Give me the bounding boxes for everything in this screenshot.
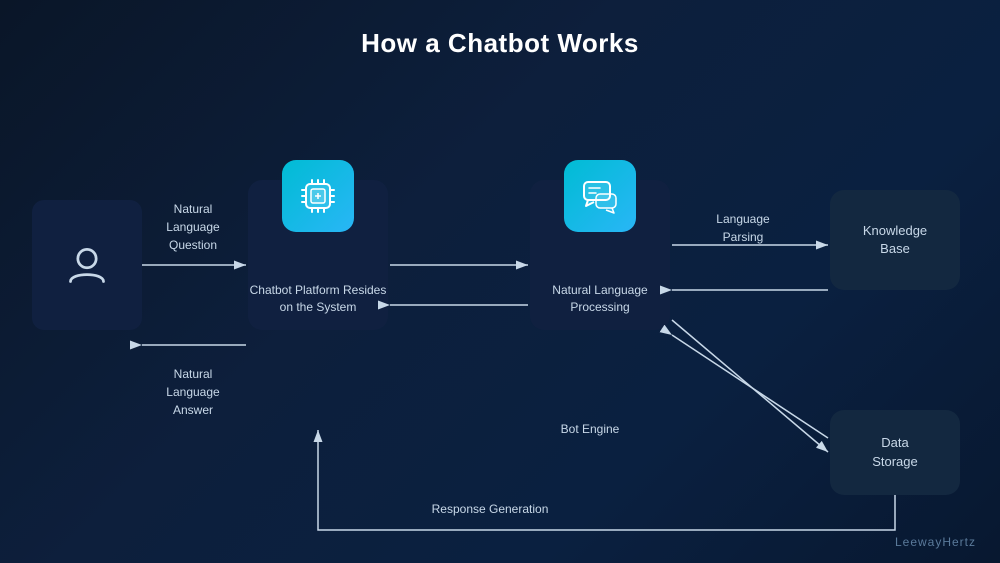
page-title: How a Chatbot Works — [0, 0, 1000, 59]
data-storage-label: DataStorage — [872, 434, 918, 470]
diagram: Chatbot Platform Resides on the System N… — [0, 80, 1000, 563]
chatbot-platform-box: Chatbot Platform Resides on the System — [248, 180, 388, 330]
chip-icon — [296, 174, 340, 218]
nlq-label: NaturalLanguageQuestion — [148, 200, 238, 254]
user-icon — [65, 243, 109, 287]
knowledge-base-box: KnowledgeBase — [830, 190, 960, 290]
nlp-label: Natural Language Processing — [530, 282, 670, 316]
chatbot-platform-label: Chatbot Platform Resides on the System — [248, 282, 388, 316]
chat-icon — [578, 174, 622, 218]
bot-engine-label: Bot Engine — [530, 420, 650, 438]
data-storage-box: DataStorage — [830, 410, 960, 495]
watermark: LeewayHertz — [895, 535, 976, 549]
nlp-box: Natural Language Processing — [530, 180, 670, 330]
language-parsing-label: LanguageParsing — [693, 210, 793, 246]
nlp-icon-wrapper — [564, 160, 636, 232]
user-box — [32, 200, 142, 330]
chatbot-icon-wrapper — [282, 160, 354, 232]
nla-label: NaturalLanguageAnswer — [148, 365, 238, 419]
response-generation-label: Response Generation — [390, 500, 590, 518]
knowledge-base-label: KnowledgeBase — [863, 222, 927, 258]
